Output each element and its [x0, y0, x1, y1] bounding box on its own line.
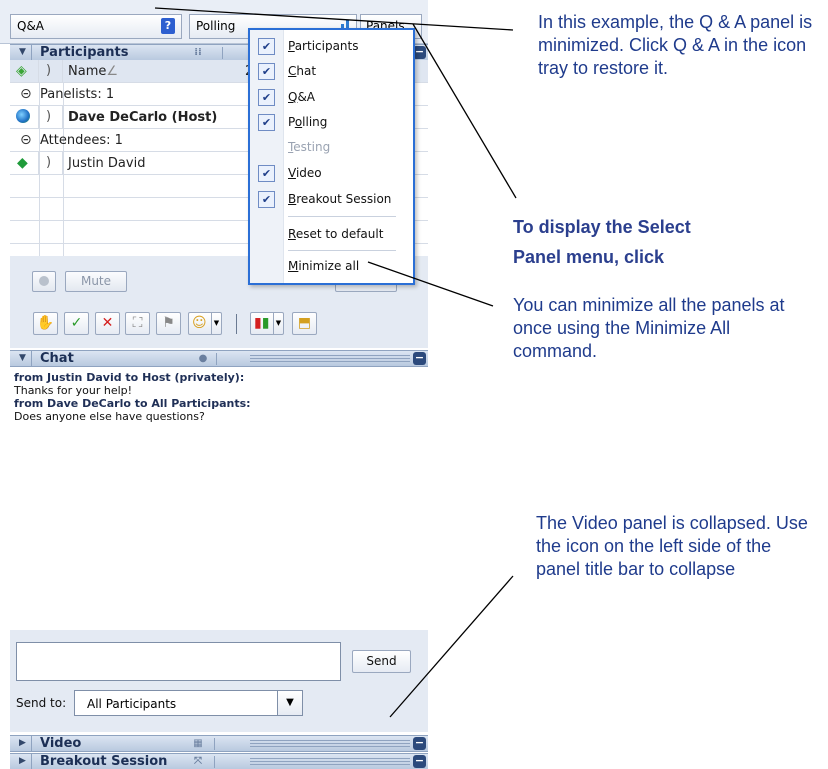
annotation-select-panel-line2: Panel menu, click	[513, 247, 665, 267]
annotation-select-panel-line1: To display the Select	[513, 217, 691, 237]
callout-lines	[154, 7, 517, 718]
annotation-qa-minimized: In this example, the Q & A panel is mini…	[538, 12, 813, 78]
annotation-video-collapsed: The Video panel is collapsed. Use the ic…	[536, 513, 808, 579]
callout-line-qa	[154, 7, 514, 31]
callout-line-minimize	[367, 261, 494, 307]
annotation-minimize-all: You can minimize all the panels at once …	[513, 295, 785, 361]
callout-line-video	[389, 575, 514, 718]
callout-line-panels	[412, 23, 517, 199]
